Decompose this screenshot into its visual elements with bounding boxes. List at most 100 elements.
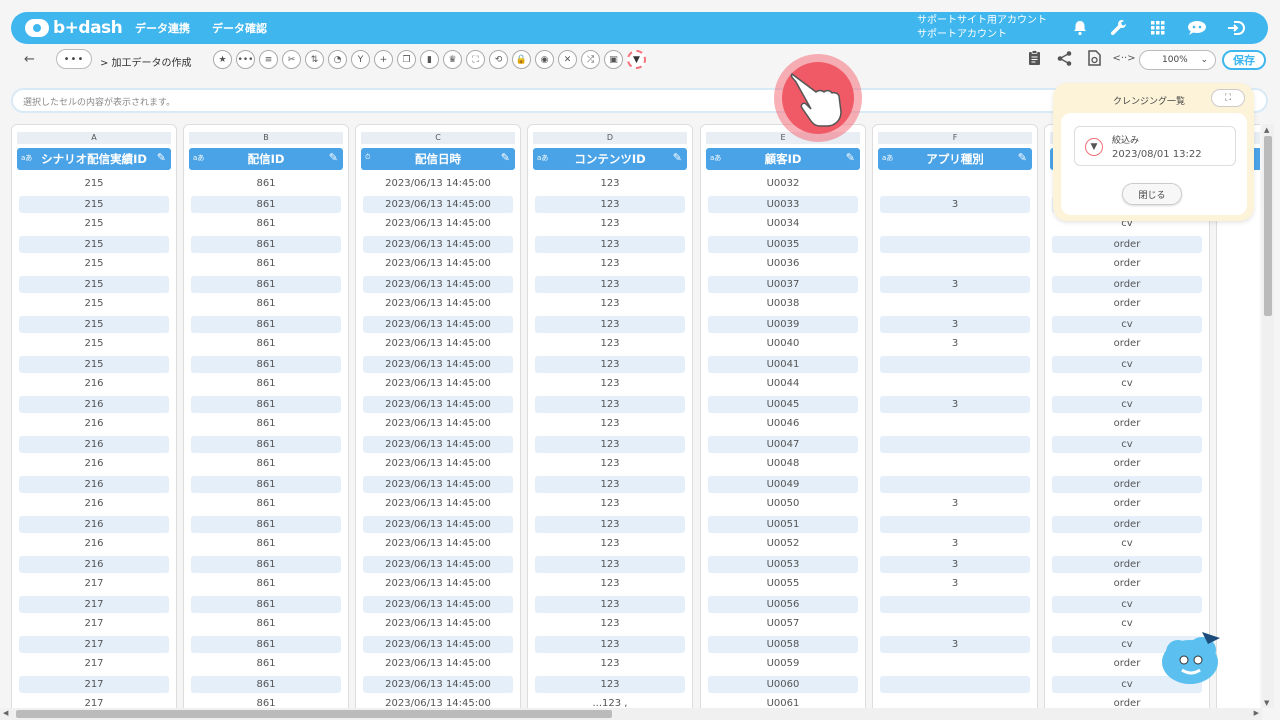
edit-pencil-icon[interactable]: ✎ (501, 151, 510, 164)
table-cell[interactable]: 123 (535, 355, 685, 373)
table-cell[interactable]: 861 (191, 254, 341, 274)
table-cell[interactable] (880, 454, 1030, 474)
copy-icon[interactable]: ❐ (397, 50, 416, 69)
table-cell[interactable]: 215 (19, 355, 169, 373)
table-cell[interactable]: U0040 (708, 334, 858, 354)
table-cell[interactable]: 861 (191, 355, 341, 373)
table-cell[interactable]: U0039 (708, 315, 858, 333)
column-header[interactable]: aあ コンテンツID ✎ (533, 148, 687, 170)
table-cell[interactable]: 2023/06/13 14:45:00 (363, 334, 513, 354)
branch-icon[interactable]: Y (351, 50, 370, 69)
table-cell[interactable]: cv (1052, 534, 1202, 554)
table-cell[interactable]: U0056 (708, 595, 858, 613)
table-cell[interactable]: 861 (191, 395, 341, 413)
chat-icon[interactable] (1187, 18, 1207, 38)
table-cell[interactable]: 861 (191, 294, 341, 314)
table-cell[interactable]: order (1052, 555, 1202, 573)
table-cell[interactable]: 123 (535, 414, 685, 434)
table-cell[interactable]: 216 (19, 534, 169, 554)
table-cell[interactable]: 217 (19, 654, 169, 674)
table-cell[interactable]: 2023/06/13 14:45:00 (363, 675, 513, 693)
edit-pencil-icon[interactable]: ✎ (1018, 151, 1027, 164)
plus-icon[interactable]: + (374, 50, 393, 69)
table-cell[interactable]: 3 (880, 494, 1030, 514)
nav-data-link[interactable]: データ連携 (135, 20, 190, 36)
expand-icon[interactable]: ⛶ (1211, 89, 1245, 107)
scroll-right-icon[interactable]: ▶ (1254, 709, 1259, 717)
vertical-scrollbar[interactable]: ▲ ▼ (1262, 124, 1274, 708)
tools-icon[interactable]: ✂ (282, 50, 301, 69)
close-button[interactable]: 閉じる (1122, 183, 1182, 205)
table-cell[interactable]: 123 (535, 435, 685, 453)
table-cell[interactable]: 2023/06/13 14:45:00 (363, 195, 513, 213)
table-cell[interactable]: 3 (880, 635, 1030, 653)
table-cell[interactable] (880, 515, 1030, 533)
table-cell[interactable]: 2023/06/13 14:45:00 (363, 635, 513, 653)
table-cell[interactable]: 2023/06/13 14:45:00 (363, 614, 513, 634)
mascot-icon[interactable] (1160, 626, 1228, 690)
table-cell[interactable]: 861 (191, 694, 341, 708)
table-cell[interactable]: 861 (191, 595, 341, 613)
table-cell[interactable]: 123 (535, 454, 685, 474)
table-cell[interactable]: 216 (19, 395, 169, 413)
table-cell[interactable]: 215 (19, 315, 169, 333)
timer-icon[interactable]: ◔ (328, 50, 347, 69)
table-cell[interactable]: 123 (535, 214, 685, 234)
table-cell[interactable]: U0036 (708, 254, 858, 274)
table-cell[interactable]: 861 (191, 675, 341, 693)
table-cell[interactable] (880, 355, 1030, 373)
table-cell[interactable]: 861 (191, 654, 341, 674)
table-cell[interactable]: order (1052, 294, 1202, 314)
table-cell[interactable]: order (1052, 475, 1202, 493)
table-cell[interactable]: order (1052, 414, 1202, 434)
table-cell[interactable]: U0034 (708, 214, 858, 234)
edit-pencil-icon[interactable]: ✎ (673, 151, 682, 164)
table-cell[interactable]: 217 (19, 694, 169, 708)
table-cell[interactable]: 2023/06/13 14:45:00 (363, 435, 513, 453)
table-cell[interactable]: 861 (191, 494, 341, 514)
table-cell[interactable]: U0055 (708, 574, 858, 594)
column-letter[interactable]: F (878, 132, 1032, 144)
filter-icon[interactable]: ▼ (627, 50, 646, 69)
table-cell[interactable]: 2023/06/13 14:45:00 (363, 494, 513, 514)
column-header[interactable]: aあ 配信ID ✎ (189, 148, 343, 170)
table-cell[interactable]: 215 (19, 235, 169, 253)
scroll-up-icon[interactable]: ▲ (1264, 126, 1269, 134)
table-cell[interactable]: 123 (535, 294, 685, 314)
more-menu-button[interactable]: ••• (56, 49, 92, 69)
apps-grid-icon[interactable] (1148, 18, 1168, 38)
edit-pencil-icon[interactable]: ✎ (329, 151, 338, 164)
expand-icon[interactable]: ⛶ (466, 50, 485, 69)
list-icon[interactable]: ≡ (259, 50, 278, 69)
table-cell[interactable]: 2023/06/13 14:45:00 (363, 454, 513, 474)
table-cell[interactable]: cv (1052, 374, 1202, 394)
table-cell[interactable]: 2023/06/13 14:45:00 (363, 214, 513, 234)
table-cell[interactable]: 861 (191, 614, 341, 634)
table-cell[interactable]: 123 (535, 374, 685, 394)
table-cell[interactable]: 123 (535, 174, 685, 194)
table-cell[interactable]: 123 (535, 534, 685, 554)
table-cell[interactable]: U0046 (708, 414, 858, 434)
table-cell[interactable]: U0035 (708, 235, 858, 253)
table-cell[interactable]: 123 (535, 254, 685, 274)
table-cell[interactable]: 2023/06/13 14:45:00 (363, 475, 513, 493)
table-cell[interactable]: order (1052, 254, 1202, 274)
edit-pencil-icon[interactable]: ✎ (157, 151, 166, 164)
file-refresh-icon[interactable] (1086, 49, 1102, 67)
filter-card[interactable]: ▼ 絞込み 2023/08/01 13:22 (1074, 126, 1236, 166)
table-cell[interactable]: 2023/06/13 14:45:00 (363, 395, 513, 413)
table-cell[interactable]: order (1052, 454, 1202, 474)
table-cell[interactable]: U0050 (708, 494, 858, 514)
horizontal-scrollbar[interactable]: ◀ ▶ (0, 708, 1262, 720)
table-cell[interactable] (880, 614, 1030, 634)
table-cell[interactable] (880, 595, 1030, 613)
table-cell[interactable]: 2023/06/13 14:45:00 (363, 254, 513, 274)
table-cell[interactable]: 2023/06/13 14:45:00 (363, 374, 513, 394)
table-cell[interactable]: 861 (191, 475, 341, 493)
table-cell[interactable]: 217 (19, 574, 169, 594)
horizontal-scroll-thumb[interactable] (16, 710, 612, 718)
table-cell[interactable]: 2023/06/13 14:45:00 (363, 174, 513, 194)
table-cell[interactable]: 215 (19, 254, 169, 274)
table-cell[interactable]: order (1052, 574, 1202, 594)
table-cell[interactable] (880, 414, 1030, 434)
